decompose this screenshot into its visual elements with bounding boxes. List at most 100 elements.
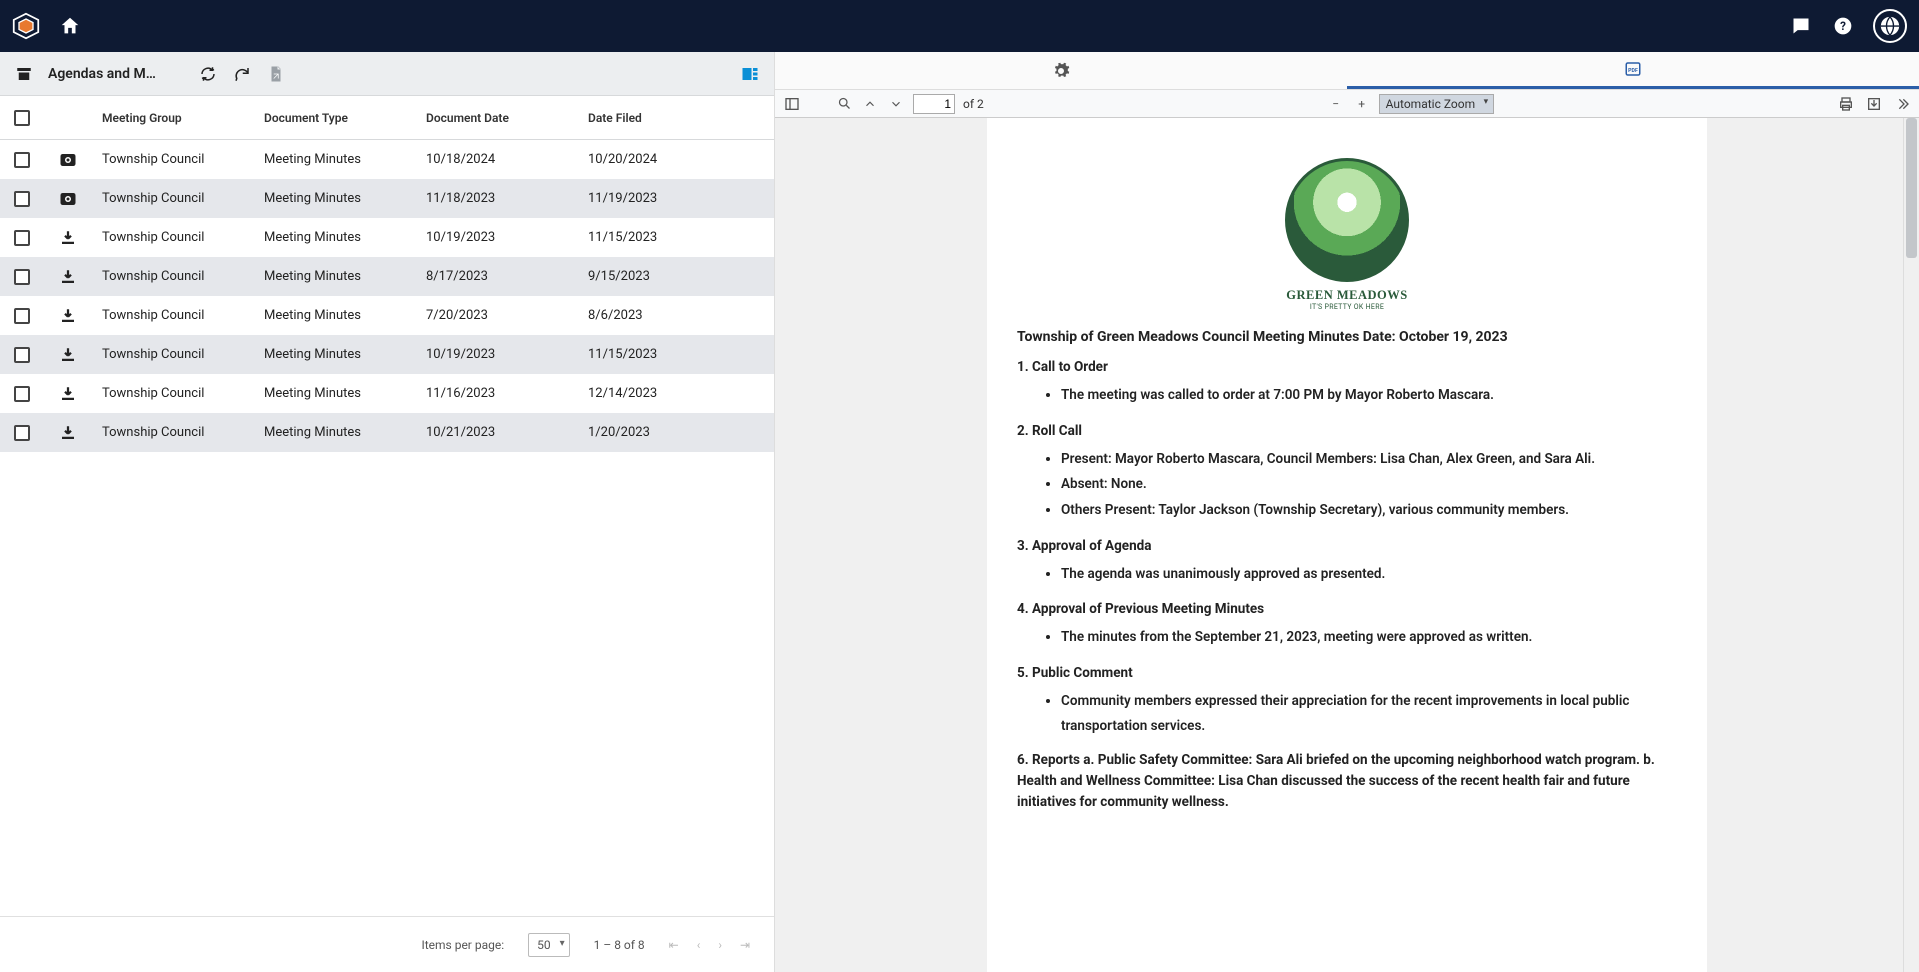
row-checkbox[interactable] bbox=[14, 425, 30, 441]
table-row[interactable]: Township CouncilMeeting Minutes8/17/2023… bbox=[0, 257, 774, 296]
download-icon[interactable] bbox=[1865, 95, 1883, 113]
doc-section: 4. Approval of Previous Meeting Minutes bbox=[1017, 601, 1677, 617]
row-checkbox[interactable] bbox=[14, 191, 30, 207]
refresh-icon[interactable] bbox=[232, 64, 252, 84]
prev-match-icon[interactable] bbox=[861, 95, 879, 113]
download-icon[interactable] bbox=[58, 384, 78, 404]
cell-meeting-group: Township Council bbox=[102, 269, 264, 284]
download-icon[interactable] bbox=[58, 306, 78, 326]
prev-page-icon[interactable]: ‹ bbox=[697, 938, 701, 952]
tab-pdf[interactable]: PDF bbox=[1347, 52, 1919, 89]
cell-document-date: 10/18/2024 bbox=[426, 152, 588, 167]
row-checkbox[interactable] bbox=[14, 152, 30, 168]
cell-document-type: Meeting Minutes bbox=[264, 269, 426, 284]
cell-document-type: Meeting Minutes bbox=[264, 152, 426, 167]
col-meeting-group[interactable]: Meeting Group bbox=[102, 111, 264, 125]
print-icon[interactable] bbox=[1837, 95, 1855, 113]
tools-icon[interactable] bbox=[1893, 95, 1911, 113]
table-row[interactable]: Township CouncilMeeting Minutes11/18/202… bbox=[0, 179, 774, 218]
cell-meeting-group: Township Council bbox=[102, 386, 264, 401]
left-toolbar: Agendas and Me… bbox=[0, 52, 774, 96]
cell-document-date: 11/18/2023 bbox=[426, 191, 588, 206]
preview-icon[interactable] bbox=[58, 150, 78, 170]
download-icon[interactable] bbox=[58, 345, 78, 365]
sidebar-toggle-icon[interactable] bbox=[783, 95, 801, 113]
cell-date-filed: 12/14/2023 bbox=[588, 386, 760, 401]
row-checkbox[interactable] bbox=[14, 347, 30, 363]
last-page-icon[interactable]: ⇥ bbox=[740, 938, 750, 952]
row-checkbox[interactable] bbox=[14, 269, 30, 285]
download-icon[interactable] bbox=[58, 267, 78, 287]
table-row[interactable]: Township CouncilMeeting Minutes7/20/2023… bbox=[0, 296, 774, 335]
cell-date-filed: 11/15/2023 bbox=[588, 347, 760, 362]
cell-document-type: Meeting Minutes bbox=[264, 308, 426, 323]
app-logo[interactable] bbox=[12, 12, 40, 40]
cell-meeting-group: Township Council bbox=[102, 308, 264, 323]
export-icon[interactable] bbox=[266, 64, 286, 84]
next-page-icon[interactable]: › bbox=[718, 938, 722, 952]
pdf-body[interactable]: GREEN MEADOWS IT'S PRETTY OK HERE Townsh… bbox=[775, 118, 1919, 972]
cell-document-date: 8/17/2023 bbox=[426, 269, 588, 284]
download-icon[interactable] bbox=[58, 228, 78, 248]
globe-icon[interactable] bbox=[1873, 9, 1907, 43]
cell-document-type: Meeting Minutes bbox=[264, 386, 426, 401]
doc-section: 3. Approval of Agenda bbox=[1017, 538, 1677, 554]
col-date-filed[interactable]: Date Filed bbox=[588, 111, 760, 125]
col-document-date[interactable]: Document Date bbox=[426, 111, 588, 125]
page-total: of 2 bbox=[963, 97, 984, 111]
select-all-checkbox[interactable] bbox=[14, 110, 30, 126]
preview-pane: PDF of 2 − + Automatic Zoom bbox=[775, 52, 1919, 972]
help-icon[interactable]: ? bbox=[1831, 14, 1855, 38]
first-page-icon[interactable]: ⇤ bbox=[669, 938, 679, 952]
cell-document-type: Meeting Minutes bbox=[264, 347, 426, 362]
next-match-icon[interactable] bbox=[887, 95, 905, 113]
table-row[interactable]: Township CouncilMeeting Minutes10/19/202… bbox=[0, 335, 774, 374]
search-icon[interactable] bbox=[835, 95, 853, 113]
table-row[interactable]: Township CouncilMeeting Minutes10/19/202… bbox=[0, 218, 774, 257]
doc-section: 2. Roll Call bbox=[1017, 423, 1677, 439]
cell-document-date: 10/19/2023 bbox=[426, 230, 588, 245]
table-row[interactable]: Township CouncilMeeting Minutes10/21/202… bbox=[0, 413, 774, 452]
documents-pane: Agendas and Me… bbox=[0, 52, 775, 972]
cell-meeting-group: Township Council bbox=[102, 230, 264, 245]
split-view-icon[interactable] bbox=[740, 64, 760, 84]
svg-text:PDF: PDF bbox=[1628, 68, 1638, 74]
table-row[interactable]: Township CouncilMeeting Minutes11/16/202… bbox=[0, 374, 774, 413]
doc-title: Township of Green Meadows Council Meetin… bbox=[1017, 329, 1677, 345]
cell-document-type: Meeting Minutes bbox=[264, 425, 426, 440]
cell-document-date: 10/21/2023 bbox=[426, 425, 588, 440]
cell-document-type: Meeting Minutes bbox=[264, 191, 426, 206]
table-row[interactable]: Township CouncilMeeting Minutes10/18/202… bbox=[0, 140, 774, 179]
cell-document-date: 7/20/2023 bbox=[426, 308, 588, 323]
zoom-select[interactable]: Automatic Zoom bbox=[1379, 94, 1494, 114]
cell-date-filed: 11/19/2023 bbox=[588, 191, 760, 206]
cell-date-filed: 11/15/2023 bbox=[588, 230, 760, 245]
cell-meeting-group: Township Council bbox=[102, 347, 264, 362]
home-icon[interactable] bbox=[58, 14, 82, 38]
row-checkbox[interactable] bbox=[14, 230, 30, 246]
table-header: Meeting Group Document Type Document Dat… bbox=[0, 96, 774, 140]
preview-icon[interactable] bbox=[58, 189, 78, 209]
page-input[interactable] bbox=[913, 94, 955, 114]
doc-section: 1. Call to Order bbox=[1017, 359, 1677, 375]
feedback-icon[interactable] bbox=[1789, 14, 1813, 38]
zoom-out-icon[interactable]: − bbox=[1327, 95, 1345, 113]
cell-date-filed: 9/15/2023 bbox=[588, 269, 760, 284]
download-icon[interactable] bbox=[58, 423, 78, 443]
sync-icon[interactable] bbox=[198, 64, 218, 84]
svg-text:?: ? bbox=[1840, 19, 1846, 33]
tab-settings[interactable] bbox=[775, 52, 1347, 89]
row-checkbox[interactable] bbox=[14, 308, 30, 324]
paginator: Items per page: 50 1 – 8 of 8 ⇤ ‹ › ⇥ bbox=[0, 916, 774, 972]
cell-document-date: 10/19/2023 bbox=[426, 347, 588, 362]
per-page-select[interactable]: 50 bbox=[528, 933, 570, 957]
scrollbar[interactable] bbox=[1903, 118, 1919, 972]
cell-date-filed: 8/6/2023 bbox=[588, 308, 760, 323]
cell-meeting-group: Township Council bbox=[102, 425, 264, 440]
archive-icon[interactable] bbox=[14, 64, 34, 84]
cell-document-date: 11/16/2023 bbox=[426, 386, 588, 401]
cell-date-filed: 1/20/2023 bbox=[588, 425, 760, 440]
row-checkbox[interactable] bbox=[14, 386, 30, 402]
col-document-type[interactable]: Document Type bbox=[264, 111, 426, 125]
zoom-in-icon[interactable]: + bbox=[1353, 95, 1371, 113]
